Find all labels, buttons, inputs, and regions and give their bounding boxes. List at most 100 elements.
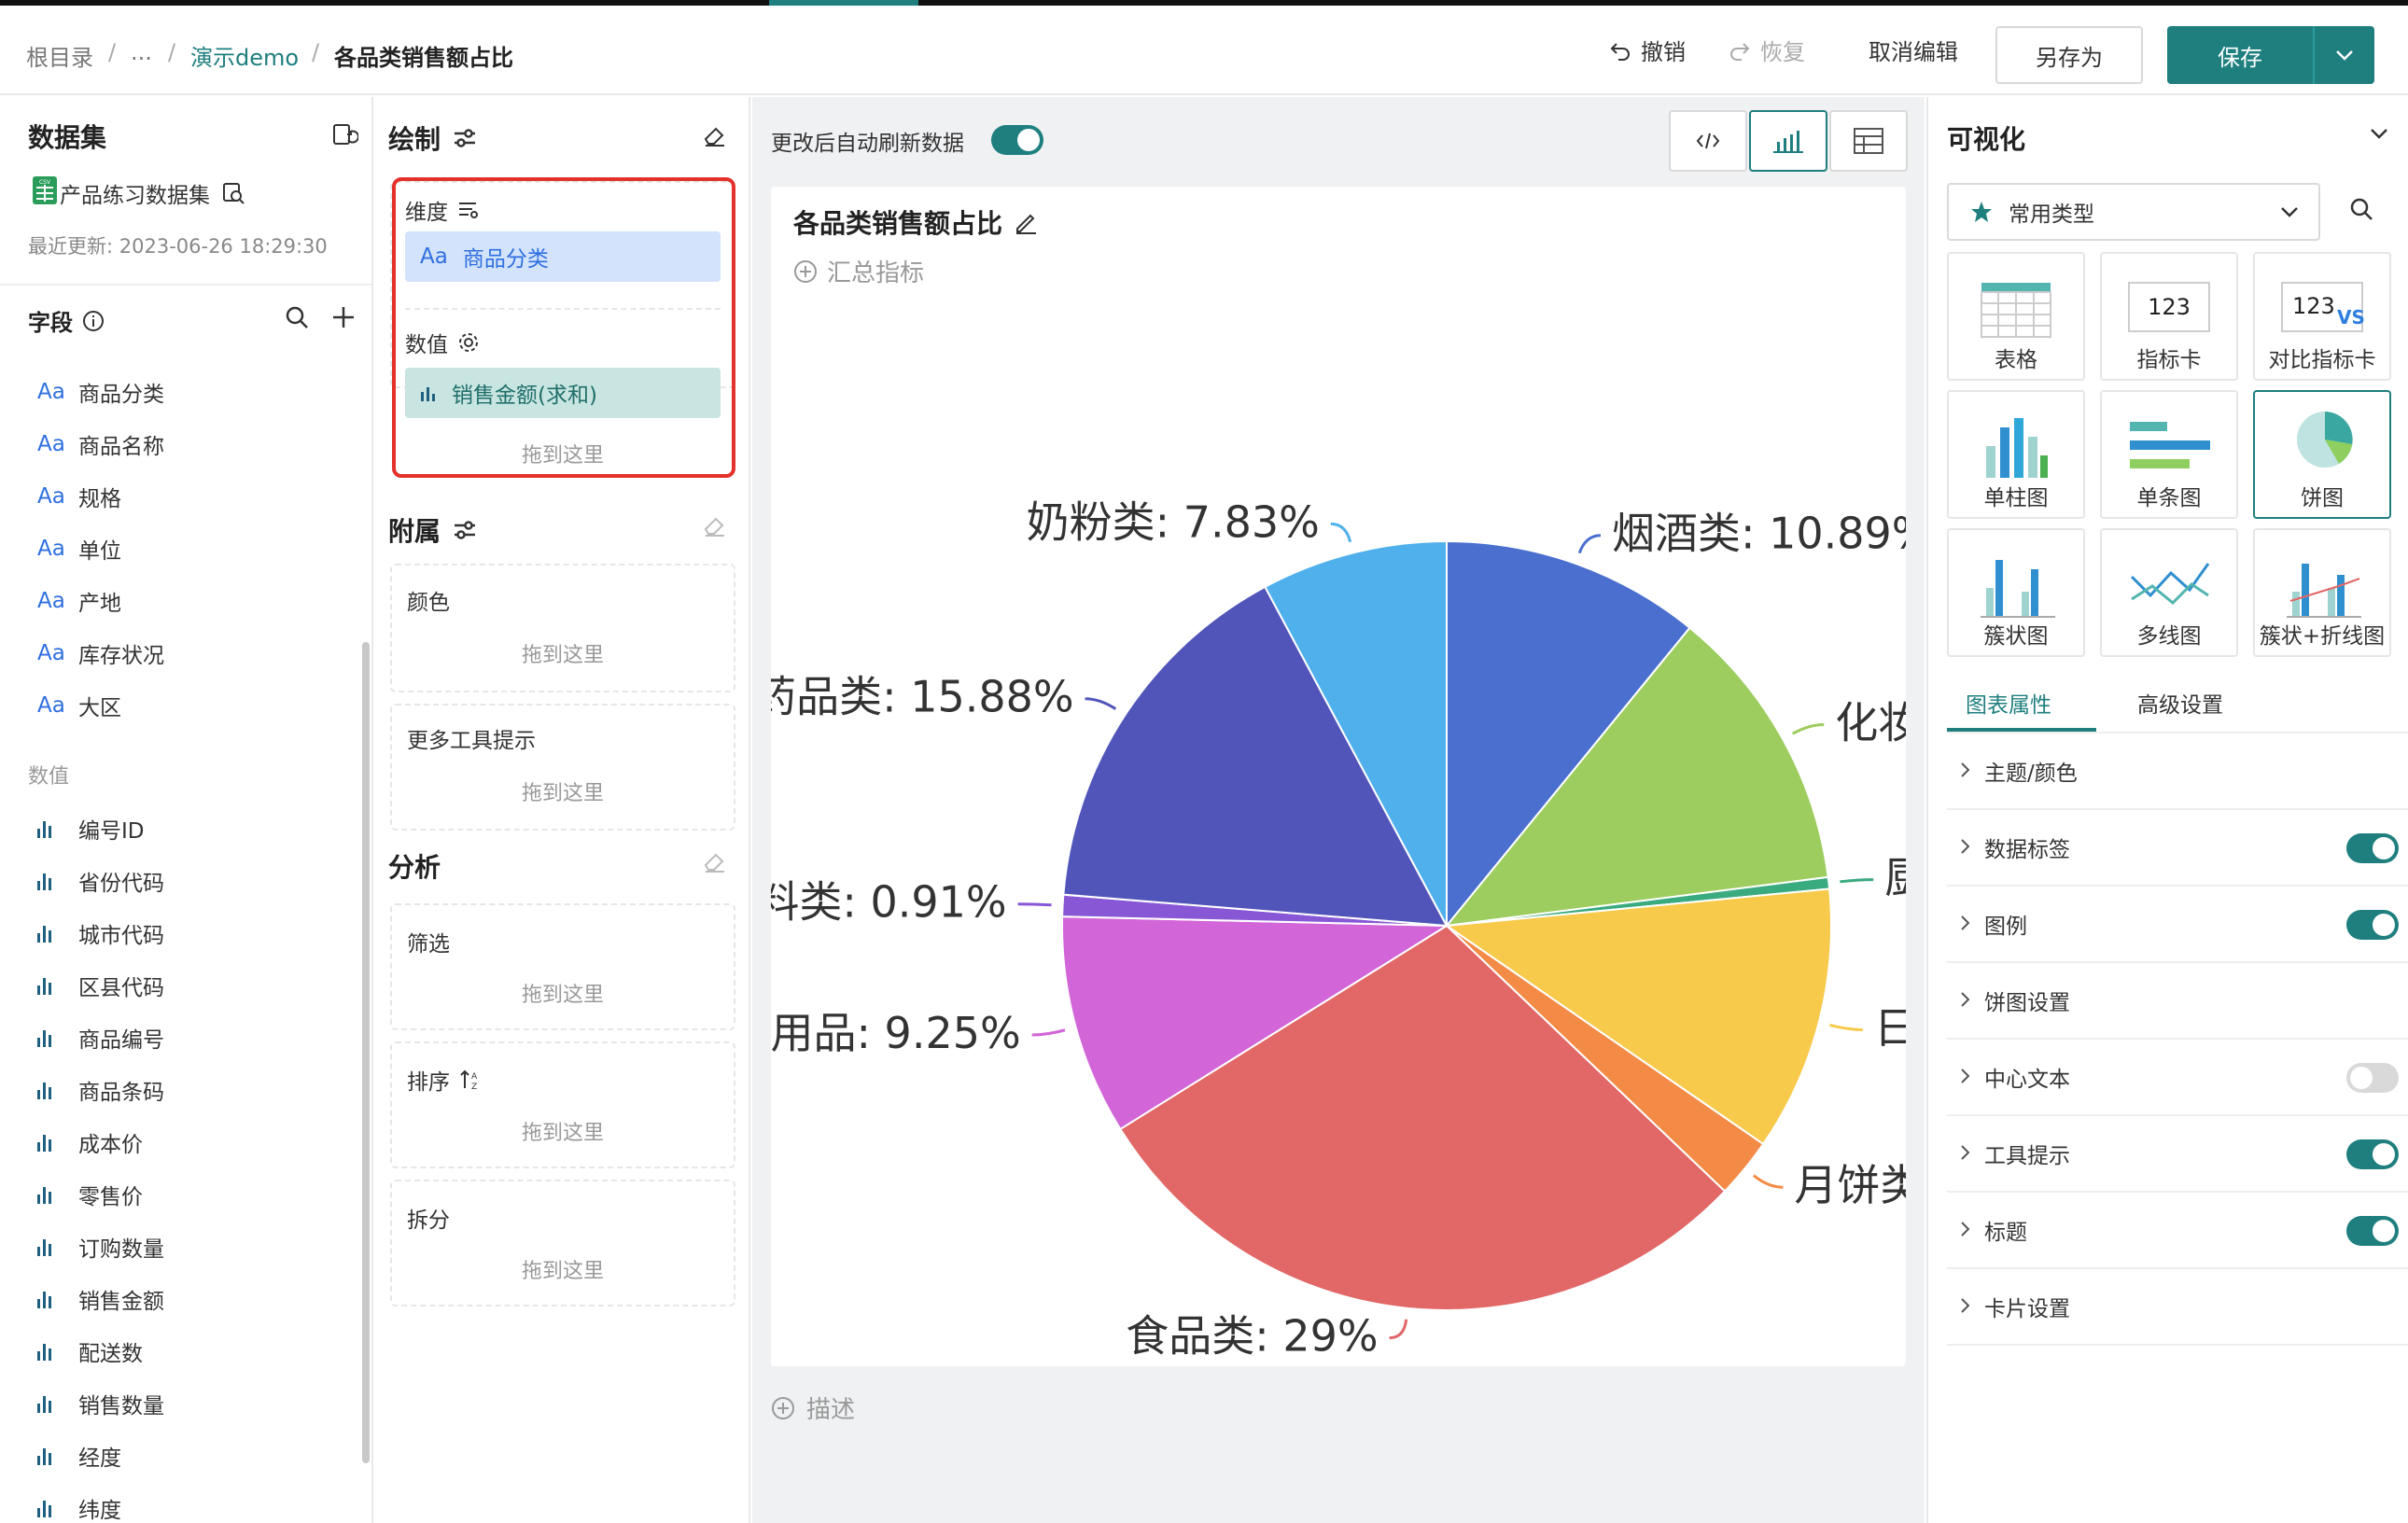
field-item-measure[interactable]: 经度 — [37, 1430, 121, 1482]
pie-data-label: 烟酒类: 10.89% — [1612, 509, 1906, 559]
save-button-group: 保存 — [2167, 26, 2374, 84]
property-toggle[interactable] — [2346, 833, 2399, 863]
tooltip-drop-box[interactable]: 更多工具提示 拖到这里 — [390, 704, 735, 831]
breadcrumb-root[interactable]: 根目录 — [26, 39, 93, 72]
field-item-dimension[interactable]: Aa 产地 — [37, 575, 121, 627]
property-toggle[interactable] — [2346, 1063, 2399, 1093]
star-icon — [1971, 202, 1992, 222]
table-view-button[interactable] — [1829, 110, 1908, 172]
combo-chart-icon — [2287, 564, 2361, 618]
property-row[interactable]: 标题 — [1947, 1193, 2408, 1269]
csv-file-icon: CSV — [33, 176, 57, 204]
property-row[interactable]: 主题/颜色 — [1947, 734, 2408, 810]
measure-type-icon — [37, 1237, 65, 1256]
chevron-right-icon — [1947, 1064, 1984, 1090]
attach-title-label: 附属 — [388, 516, 441, 547]
measure-type-icon — [37, 1446, 65, 1465]
field-item-dimension[interactable]: Aa 库存状况 — [37, 627, 164, 679]
sort-az-icon[interactable]: AZ — [459, 1068, 483, 1092]
pie-label-line — [1577, 534, 1602, 554]
field-item-measure[interactable]: 商品编号 — [37, 1012, 164, 1064]
property-toggle[interactable] — [2346, 910, 2399, 940]
field-item-dimension[interactable]: Aa 商品名称 — [37, 418, 164, 470]
refresh-dataset-icon[interactable] — [330, 121, 358, 149]
field-item-measure[interactable]: 商品条码 — [37, 1064, 164, 1116]
property-row[interactable]: 中心文本 — [1947, 1040, 2408, 1116]
save-dropdown-button[interactable] — [2315, 26, 2374, 84]
property-toggle[interactable] — [2346, 1139, 2399, 1169]
field-name: 订购数量 — [78, 1237, 164, 1262]
field-item-measure[interactable]: 销售数量 — [37, 1377, 164, 1430]
field-item-measure[interactable]: 编号ID — [37, 803, 145, 855]
view-dataset-icon[interactable] — [221, 181, 245, 205]
field-item-measure[interactable]: 订购数量 — [37, 1221, 164, 1273]
search-icon[interactable] — [284, 304, 310, 330]
app-header: 根目录 / ... / 演示demo / 各品类销售额占比 撤销 恢复 取消编辑… — [0, 6, 2408, 95]
property-row[interactable]: 饼图设置 — [1947, 963, 2408, 1040]
redo-button[interactable]: 恢复 — [1729, 34, 1805, 66]
property-row[interactable]: 图例 — [1947, 887, 2408, 963]
chevron-right-icon — [1947, 1140, 1984, 1167]
field-name: 配送数 — [78, 1342, 143, 1366]
breadcrumb-folder[interactable]: 演示demo — [190, 39, 299, 72]
cancel-edit-button[interactable]: 取消编辑 — [1869, 34, 1958, 66]
field-item-measure[interactable]: 城市代码 — [37, 907, 164, 959]
field-item-dimension[interactable]: Aa 单位 — [37, 523, 121, 575]
pie-label-line — [1389, 1319, 1408, 1340]
field-item-measure[interactable]: 销售金额 — [37, 1273, 164, 1325]
field-item-dimension[interactable]: Aa 规格 — [37, 470, 121, 523]
undo-button[interactable]: 撤销 — [1609, 34, 1686, 66]
chevron-right-icon — [1947, 987, 1984, 1013]
chevron-down-icon[interactable] — [2369, 127, 2389, 140]
auto-refresh-toggle[interactable] — [991, 125, 1043, 155]
dataset-name[interactable]: 产品练习数据集 — [60, 177, 245, 209]
field-name: 销售金额 — [78, 1290, 164, 1314]
property-toggle[interactable] — [2346, 1216, 2399, 1246]
split-drop-box[interactable]: 拆分 拖到这里 — [390, 1180, 735, 1306]
field-item-measure[interactable]: 区县代码 — [37, 959, 164, 1012]
color-drop-box[interactable]: 颜色 拖到这里 — [390, 564, 735, 692]
property-label: 卡片设置 — [1984, 1297, 2070, 1321]
field-item-measure[interactable]: 零售价 — [37, 1168, 143, 1221]
property-row[interactable]: 工具提示 — [1947, 1116, 2408, 1193]
field-item-measure[interactable]: 省份代码 — [37, 855, 164, 907]
info-icon[interactable] — [82, 310, 105, 332]
add-description-button[interactable]: 描述 — [771, 1390, 855, 1425]
chart-tile-label: 表格 — [1995, 348, 2037, 372]
property-row[interactable]: 卡片设置 — [1947, 1269, 2408, 1346]
field-list-scrollbar[interactable] — [362, 642, 370, 1463]
field-item-measure[interactable]: 纬度 — [37, 1482, 121, 1523]
eraser-icon[interactable] — [702, 849, 728, 873]
search-icon[interactable] — [2348, 196, 2374, 222]
filter-drop-box[interactable]: 筛选 拖到这里 — [390, 903, 735, 1030]
text-type-icon: Aa — [37, 537, 65, 561]
tab-advanced-settings[interactable]: 高级设置 — [2137, 687, 2223, 719]
breadcrumb-current: 各品类销售额占比 — [334, 45, 513, 71]
chart-type-select[interactable]: 常用类型 — [1947, 183, 2320, 241]
sort-drop-box[interactable]: 排序 AZ 拖到这里 — [390, 1041, 735, 1168]
property-row[interactable]: 数据标签 — [1947, 810, 2408, 887]
code-view-button[interactable] — [1669, 110, 1747, 172]
measure-type-icon — [37, 976, 65, 995]
tab-chart-properties[interactable]: 图表属性 — [1966, 687, 2051, 719]
field-item-measure[interactable]: 成本价 — [37, 1116, 143, 1168]
chart-view-button[interactable] — [1749, 110, 1827, 172]
settings-sliders-icon[interactable] — [452, 126, 478, 150]
add-field-icon[interactable] — [330, 304, 357, 330]
text-type-icon: Aa — [37, 484, 65, 509]
describe-label: 描述 — [806, 1396, 856, 1424]
field-item-measure[interactable]: 配送数 — [37, 1325, 143, 1377]
field-item-dimension[interactable]: Aa 商品分类 — [37, 366, 164, 418]
chart-tile-label: 指标卡 — [2136, 348, 2202, 372]
eraser-icon[interactable] — [702, 123, 728, 147]
chevron-right-icon — [1947, 1217, 1984, 1243]
breadcrumb-ellipsis[interactable]: ... — [131, 39, 152, 65]
save-as-button[interactable]: 另存为 — [1995, 26, 2143, 84]
eraser-icon[interactable] — [702, 513, 728, 538]
settings-sliders-icon[interactable] — [452, 518, 478, 542]
field-item-dimension[interactable]: Aa 大区 — [37, 679, 121, 732]
measure-type-icon — [37, 1394, 65, 1413]
chevron-right-icon — [1947, 911, 1984, 937]
tooltip-label: 更多工具提示 — [407, 729, 536, 753]
save-button[interactable]: 保存 — [2167, 26, 2313, 84]
